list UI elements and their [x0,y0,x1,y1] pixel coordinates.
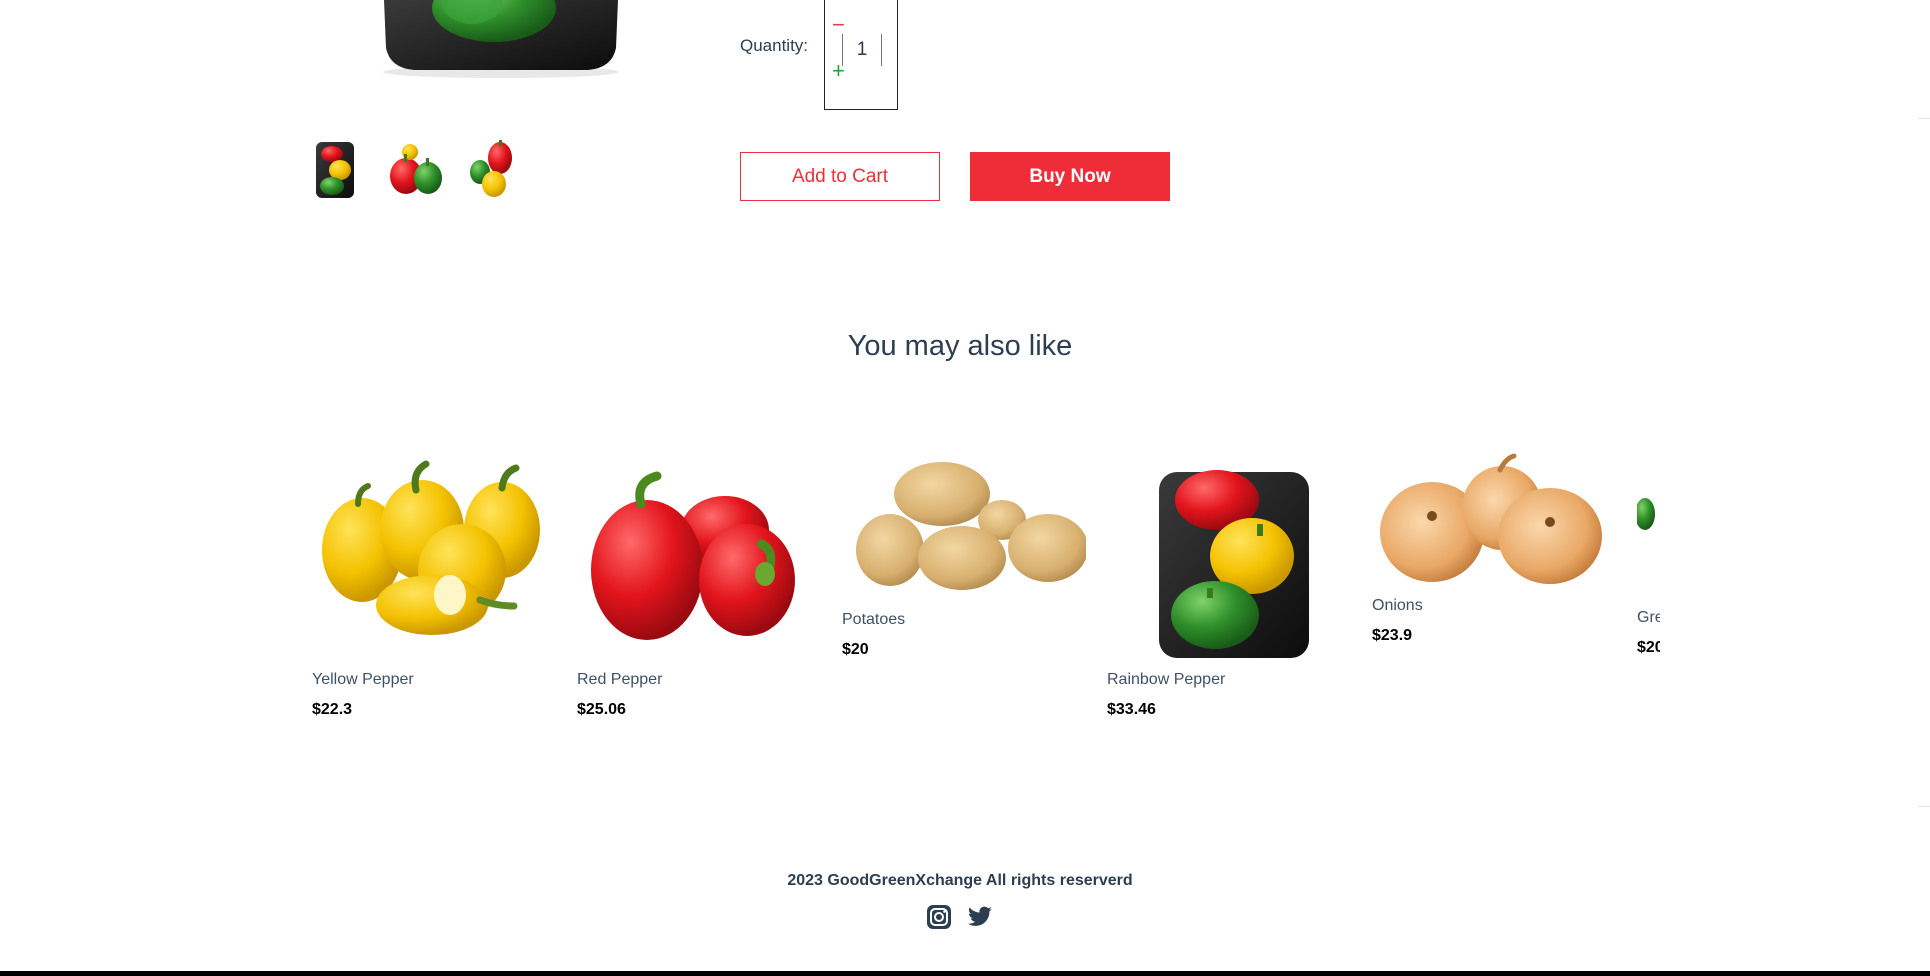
red-pepper-image [591,471,795,640]
thumbnail-red-green-peppers[interactable] [384,140,442,202]
rainbow-pepper-image [1159,470,1309,658]
quantity-increment-button[interactable]: + [832,60,845,82]
add-to-cart-button[interactable]: Add to Cart [740,152,940,201]
product-main-image [376,0,626,78]
product-card-partial[interactable]: Gre $20 [1635,474,1660,657]
edge-divider [1918,806,1930,807]
recommendations-carousel: Yellow Pepper $22.3 Red Pepper $25.06 Po… [312,420,1660,760]
potatoes-image [856,462,1088,590]
yellow-pepper-image [322,460,540,635]
product-card-price: $20 [1637,639,1660,656]
product-card-name: Rainbow Pepper [1107,671,1226,688]
product-card-price: $33.46 [1107,701,1156,718]
edge-divider [1918,118,1930,119]
product-card-rainbow-pepper[interactable]: Rainbow Pepper $33.46 [1107,460,1351,719]
green-produce-image [1635,498,1655,530]
product-card-name: Red Pepper [577,671,663,688]
bottom-bar [0,971,1930,976]
onions-image [1380,453,1602,584]
product-card-potatoes[interactable]: Potatoes $20 [842,450,1088,659]
product-card-price: $23.9 [1372,627,1413,644]
quantity-label: Quantity: [740,36,809,55]
product-card-name: Onions [1372,597,1423,614]
buy-now-button[interactable]: Buy Now [970,152,1170,201]
thumbnail-red-yellow-peppers[interactable] [466,140,522,202]
twitter-icon[interactable] [966,904,994,932]
quantity-decrement-button[interactable]: − [832,14,845,36]
thumbnail-rainbow-pepper[interactable] [312,140,368,202]
product-card-price: $25.06 [577,701,626,718]
product-card-yellow-pepper[interactable]: Yellow Pepper $22.3 [312,460,556,719]
quantity-input[interactable] [842,34,882,66]
section-title-you-may-also-like: You may also like [847,330,1073,362]
product-card-price: $20 [842,641,869,658]
product-card-price: $22.3 [312,701,353,718]
product-card-red-pepper[interactable]: Red Pepper $25.06 [577,460,821,719]
product-card-name: Potatoes [842,611,906,628]
product-card-name: Yellow Pepper [312,671,414,688]
instagram-icon[interactable] [926,904,954,932]
product-card-onions[interactable]: Onions $23.9 [1372,452,1616,645]
footer-copyright: 2023 GoodGreenXchange All rights reserve… [787,872,1133,889]
product-card-name: Gre [1637,609,1660,626]
